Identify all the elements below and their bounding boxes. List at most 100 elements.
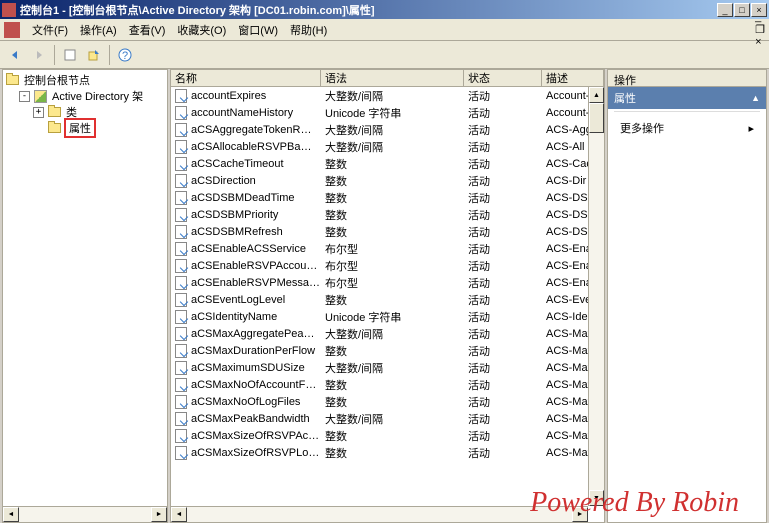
scroll-right-icon[interactable]: ► <box>572 507 588 522</box>
svg-text:?: ? <box>122 50 128 62</box>
list-item[interactable]: aCSAggregateTokenR…大整数/间隔活动ACS-Agg <box>171 121 604 138</box>
cell-syntax: 大整数/间隔 <box>321 88 464 104</box>
list-hscroll[interactable]: ◄ ► <box>171 506 588 522</box>
scroll-left-icon[interactable]: ◄ <box>3 507 19 522</box>
cell-name: aCSEventLogLevel <box>191 293 285 305</box>
attribute-icon <box>175 344 189 358</box>
attribute-icon <box>175 140 189 154</box>
menu-favorites[interactable]: 收藏夹(O) <box>171 20 232 40</box>
scroll-right-icon[interactable]: ► <box>151 507 167 522</box>
cell-name: aCSMaximumSDUSize <box>191 361 305 373</box>
scroll-left-icon[interactable]: ◄ <box>171 507 187 522</box>
list-vscroll[interactable]: ▲ ▼ <box>588 87 604 506</box>
cell-syntax: 整数 <box>321 377 464 393</box>
menu-window[interactable]: 窗口(W) <box>232 20 284 40</box>
cell-syntax: Unicode 字符串 <box>321 105 464 121</box>
menu-view[interactable]: 查看(V) <box>123 20 172 40</box>
menu-action[interactable]: 操作(A) <box>74 20 123 40</box>
folder-icon <box>47 105 61 119</box>
col-syntax[interactable]: 语法 <box>321 70 464 86</box>
list-item[interactable]: aCSDSBMDeadTime整数活动ACS-DSB <box>171 189 604 206</box>
list-item[interactable]: aCSMaxNoOfAccountF…整数活动ACS-Max <box>171 376 604 393</box>
list-item[interactable]: aCSEnableACSService布尔型活动ACS-Ena <box>171 240 604 257</box>
attribute-icon <box>175 225 189 239</box>
attribute-icon <box>175 276 189 290</box>
cell-syntax: 整数 <box>321 428 464 444</box>
child-close-button[interactable]: × <box>755 36 765 48</box>
list-item[interactable]: aCSMaxPeakBandwidth大整数/间隔活动ACS-Max <box>171 410 604 427</box>
cell-syntax: 布尔型 <box>321 241 464 257</box>
expand-icon[interactable]: + <box>33 107 44 118</box>
menu-icon <box>4 22 20 38</box>
list-item[interactable]: aCSAllocableRSVPBa…大整数/间隔活动ACS-All <box>171 138 604 155</box>
cell-status: 活动 <box>464 292 542 308</box>
list-item[interactable]: aCSDSBMRefresh整数活动ACS-DSB <box>171 223 604 240</box>
back-button[interactable] <box>4 44 26 66</box>
cell-name: aCSDSBMRefresh <box>191 225 283 237</box>
cell-status: 活动 <box>464 411 542 427</box>
list-item[interactable]: aCSEnableRSVPMessa…布尔型活动ACS-Ena <box>171 274 604 291</box>
list-item[interactable]: aCSDirection整数活动ACS-Dir <box>171 172 604 189</box>
cell-syntax: 大整数/间隔 <box>321 139 464 155</box>
attribute-icon <box>175 89 189 103</box>
help-button[interactable]: ? <box>114 44 136 66</box>
list-item[interactable]: aCSMaxSizeOfRSVPAc…整数活动ACS-Max <box>171 427 604 444</box>
list-item[interactable]: aCSMaxSizeOfRSVPLo…整数活动ACS-Max <box>171 444 604 461</box>
cell-status: 活动 <box>464 224 542 240</box>
cell-syntax: 整数 <box>321 394 464 410</box>
list-item[interactable]: aCSDSBMPriority整数活动ACS-DSB <box>171 206 604 223</box>
cell-name: aCSMaxPeakBandwidth <box>191 412 310 424</box>
scroll-thumb[interactable] <box>589 103 604 133</box>
menu-help[interactable]: 帮助(H) <box>284 20 333 40</box>
tree-attributes-label: 属性 <box>67 123 93 135</box>
collapse-icon[interactable]: - <box>19 91 30 102</box>
cell-status: 活动 <box>464 88 542 104</box>
tree-hscroll[interactable]: ◄ ► <box>3 506 167 522</box>
list-item[interactable]: aCSIdentityNameUnicode 字符串活动ACS-Ide <box>171 308 604 325</box>
tree-root[interactable]: 控制台根节点 <box>5 72 165 88</box>
list-item[interactable]: aCSEnableRSVPAccou…布尔型活动ACS-Ena <box>171 257 604 274</box>
col-desc[interactable]: 描述 <box>542 70 604 86</box>
list-item[interactable]: aCSMaxAggregatePea…大整数/间隔活动ACS-Max <box>171 325 604 342</box>
app-icon <box>2 3 16 17</box>
list-item[interactable]: aCSCacheTimeout整数活动ACS-Cac <box>171 155 604 172</box>
action-title[interactable]: 属性 ▲ <box>608 87 766 109</box>
list-item[interactable]: aCSMaxDurationPerFlow整数活动ACS-Max <box>171 342 604 359</box>
action-more[interactable]: 更多操作 ▸ <box>608 114 766 142</box>
tree-attributes[interactable]: 属性 <box>5 120 165 136</box>
maximize-button[interactable]: □ <box>734 3 750 17</box>
cell-status: 活动 <box>464 258 542 274</box>
list-item[interactable]: accountNameHistoryUnicode 字符串活动Account- <box>171 104 604 121</box>
attribute-icon <box>175 412 189 426</box>
col-status[interactable]: 状态 <box>464 70 542 86</box>
attribute-icon <box>175 106 189 120</box>
tree-ad[interactable]: - Active Directory 架 <box>5 88 165 104</box>
cell-status: 活动 <box>464 309 542 325</box>
ad-icon <box>33 89 47 103</box>
list-item[interactable]: aCSMaxNoOfLogFiles整数活动ACS-Max <box>171 393 604 410</box>
list-item[interactable]: aCSMaximumSDUSize大整数/间隔活动ACS-Max <box>171 359 604 376</box>
folder-icon <box>47 121 61 135</box>
list-item[interactable]: accountExpires大整数/间隔活动Account- <box>171 87 604 104</box>
action-header: 操作 <box>608 70 766 87</box>
cell-name: aCSEnableACSService <box>191 242 306 254</box>
attribute-icon <box>175 174 189 188</box>
list-item[interactable]: aCSEventLogLevel整数活动ACS-Eve <box>171 291 604 308</box>
forward-button[interactable] <box>28 44 50 66</box>
minimize-button[interactable]: _ <box>717 3 733 17</box>
new-button[interactable] <box>59 44 81 66</box>
cell-syntax: 大整数/间隔 <box>321 360 464 376</box>
cell-name: aCSMaxNoOfLogFiles <box>191 395 300 407</box>
child-minimize-button[interactable]: _ <box>755 11 765 23</box>
list-body: accountExpires大整数/间隔活动Account-accountNam… <box>171 87 604 522</box>
cell-syntax: 整数 <box>321 173 464 189</box>
cell-status: 活动 <box>464 139 542 155</box>
cell-syntax: 布尔型 <box>321 275 464 291</box>
scroll-down-icon[interactable]: ▼ <box>589 490 604 506</box>
child-restore-button[interactable]: ❐ <box>755 23 765 36</box>
export-button[interactable] <box>83 44 105 66</box>
col-name[interactable]: 名称 <box>171 70 321 86</box>
menu-file[interactable]: 文件(F) <box>26 20 74 40</box>
attribute-icon <box>175 378 189 392</box>
scroll-up-icon[interactable]: ▲ <box>589 87 604 103</box>
